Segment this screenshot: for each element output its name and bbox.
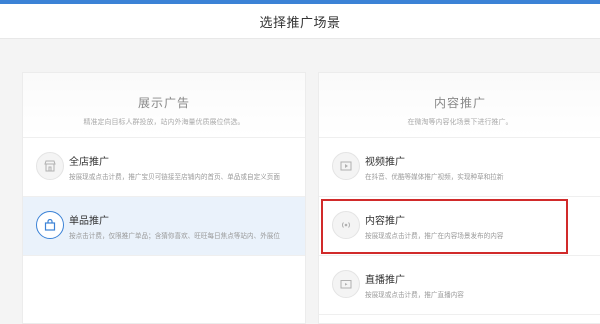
content-ads-card: 内容推广 在微淘等内容化场景下进行推广。 视频推广 在抖音、优酷等媒体推广视频，… bbox=[318, 72, 600, 324]
display-ads-header: 展示广告 精准定向目标人群投放，站内外海量优质展位供选。 bbox=[23, 73, 305, 138]
option-name: 视频推广 bbox=[365, 157, 405, 168]
option-video-promotion[interactable]: 视频推广 在抖音、优酷等媒体推广视频，实现种草和拉新 bbox=[319, 138, 600, 197]
page-title: 选择推广场景 bbox=[259, 15, 341, 31]
option-live-promotion[interactable]: 直播推广 按展现或点击计费，推广直播内容 bbox=[319, 256, 600, 315]
option-desc: 在抖音、优酷等媒体推广视频，实现种草和拉新 bbox=[365, 173, 504, 181]
broadcast-icon bbox=[332, 211, 360, 239]
page-header: 选择推广场景 bbox=[0, 4, 600, 39]
live-icon bbox=[332, 270, 360, 298]
option-desc: 按展现或点击计费，推广在内容场景发布的内容 bbox=[365, 232, 504, 240]
display-ads-card: 展示广告 精准定向目标人群投放，站内外海量优质展位供选。 全店推广 按展现或点击… bbox=[22, 72, 306, 324]
video-icon bbox=[332, 152, 360, 180]
option-name: 内容推广 bbox=[365, 216, 405, 227]
content-ads-header: 内容推广 在微淘等内容化场景下进行推广。 bbox=[319, 73, 600, 138]
shopping-bag-icon bbox=[36, 211, 64, 239]
option-name: 直播推广 bbox=[365, 275, 405, 286]
option-content-promotion[interactable]: 内容推广 按展现或点击计费，推广在内容场景发布的内容 bbox=[319, 197, 600, 256]
display-ads-subtitle: 精准定向目标人群投放，站内外海量优质展位供选。 bbox=[83, 118, 245, 126]
content-ads-title: 内容推广 bbox=[433, 96, 486, 110]
display-ads-title: 展示广告 bbox=[137, 96, 190, 110]
option-desc: 按展现或点击计费，推广宝贝可链接至店铺内的首页、单品或自定义页面 bbox=[69, 173, 280, 181]
option-name: 全店推广 bbox=[69, 157, 109, 168]
option-store-promotion[interactable]: 全店推广 按展现或点击计费，推广宝贝可链接至店铺内的首页、单品或自定义页面 bbox=[23, 138, 305, 197]
content-ads-subtitle: 在微淘等内容化场景下进行推广。 bbox=[407, 118, 513, 126]
option-name: 单品推广 bbox=[69, 216, 109, 227]
store-icon bbox=[36, 152, 64, 180]
option-single-item-promotion[interactable]: 单品推广 按点击计费，仅限推广单品；含猜你喜欢、旺旺每日焦点等站内、外展位 bbox=[23, 197, 305, 256]
option-desc: 按展现或点击计费，推广直播内容 bbox=[365, 291, 464, 299]
option-desc: 按点击计费，仅限推广单品；含猜你喜欢、旺旺每日焦点等站内、外展位 bbox=[69, 232, 280, 240]
